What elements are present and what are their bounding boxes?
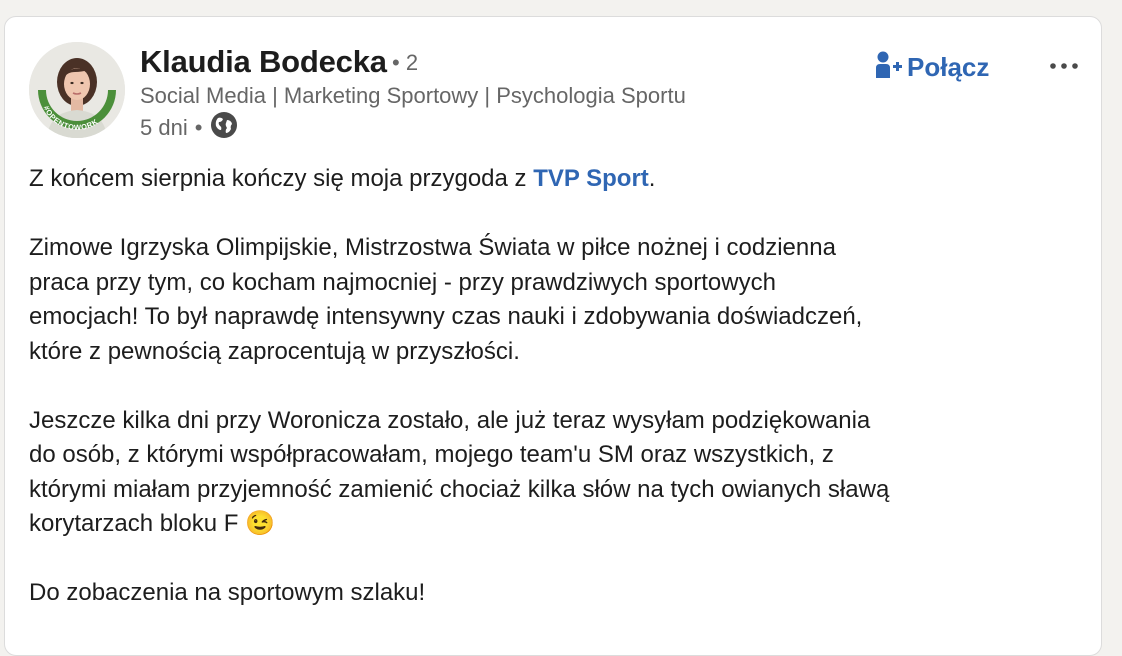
post-meta: 5 dni •	[140, 112, 238, 141]
connection-degree: • 2	[392, 50, 419, 75]
post-text: Z końcem sierpnia kończy się moja przygo…	[29, 165, 534, 192]
author-avatar[interactable]: #OPENTOWORK	[29, 42, 125, 138]
post-text: do osób, z którymi współpracowałam, moje…	[29, 441, 834, 468]
post-body: Z końcem sierpnia kończy się moja przygo…	[29, 162, 1089, 645]
person-add-icon	[873, 50, 903, 85]
author-headline: Social Media | Marketing Sportowy | Psyc…	[140, 83, 686, 108]
meta-separator: •	[194, 115, 203, 140]
post-text: Do zobaczenia na sportowym szlaku!	[29, 579, 426, 606]
post-text: Zimowe Igrzyska Olimpijskie, Mistrzostwa…	[29, 234, 836, 261]
post-text: praca przy tym, co kocham najmocniej - p…	[29, 268, 776, 296]
more-horizontal-icon	[1049, 57, 1079, 75]
post-text: emocjach! To był naprawdę intensywny cza…	[29, 303, 863, 330]
post-paragraph: Z końcem sierpnia kończy się moja przygo…	[29, 162, 1089, 197]
globe-icon	[210, 111, 238, 145]
post-paragraph: Zimowe Igrzyska Olimpijskie, Mistrzostwa…	[29, 231, 1089, 369]
post-paragraph: Do zobaczenia na sportowym szlaku!	[29, 576, 1089, 611]
post-text: które z pewnością zaprocentują w przyszł…	[29, 337, 520, 365]
company-mention-link[interactable]: TVP Sport	[533, 165, 649, 192]
post-text: korytarzach bloku F	[29, 510, 246, 537]
post-time[interactable]: 5 dni	[140, 115, 188, 141]
post-text: którymi miałam przyjemność zamienić choc…	[29, 475, 890, 503]
winking-face-emoji: 😉	[245, 510, 275, 537]
avatar-image: #OPENTOWORK	[29, 42, 125, 138]
post-text: .	[648, 165, 656, 192]
post-card: #OPENTOWORK Klaudia Bodecka • 2 Social M…	[4, 16, 1102, 656]
connect-label: Połącz	[907, 51, 990, 82]
more-options-button[interactable]	[1047, 53, 1081, 79]
post-text: Jeszcze kilka dni przy Woronicza zostało…	[29, 406, 871, 434]
connect-button[interactable]: Połącz	[873, 47, 989, 87]
post-paragraph: Jeszcze kilka dni przy Woronicza zostało…	[29, 404, 1089, 542]
author-name[interactable]: Klaudia Bodecka	[140, 44, 387, 80]
